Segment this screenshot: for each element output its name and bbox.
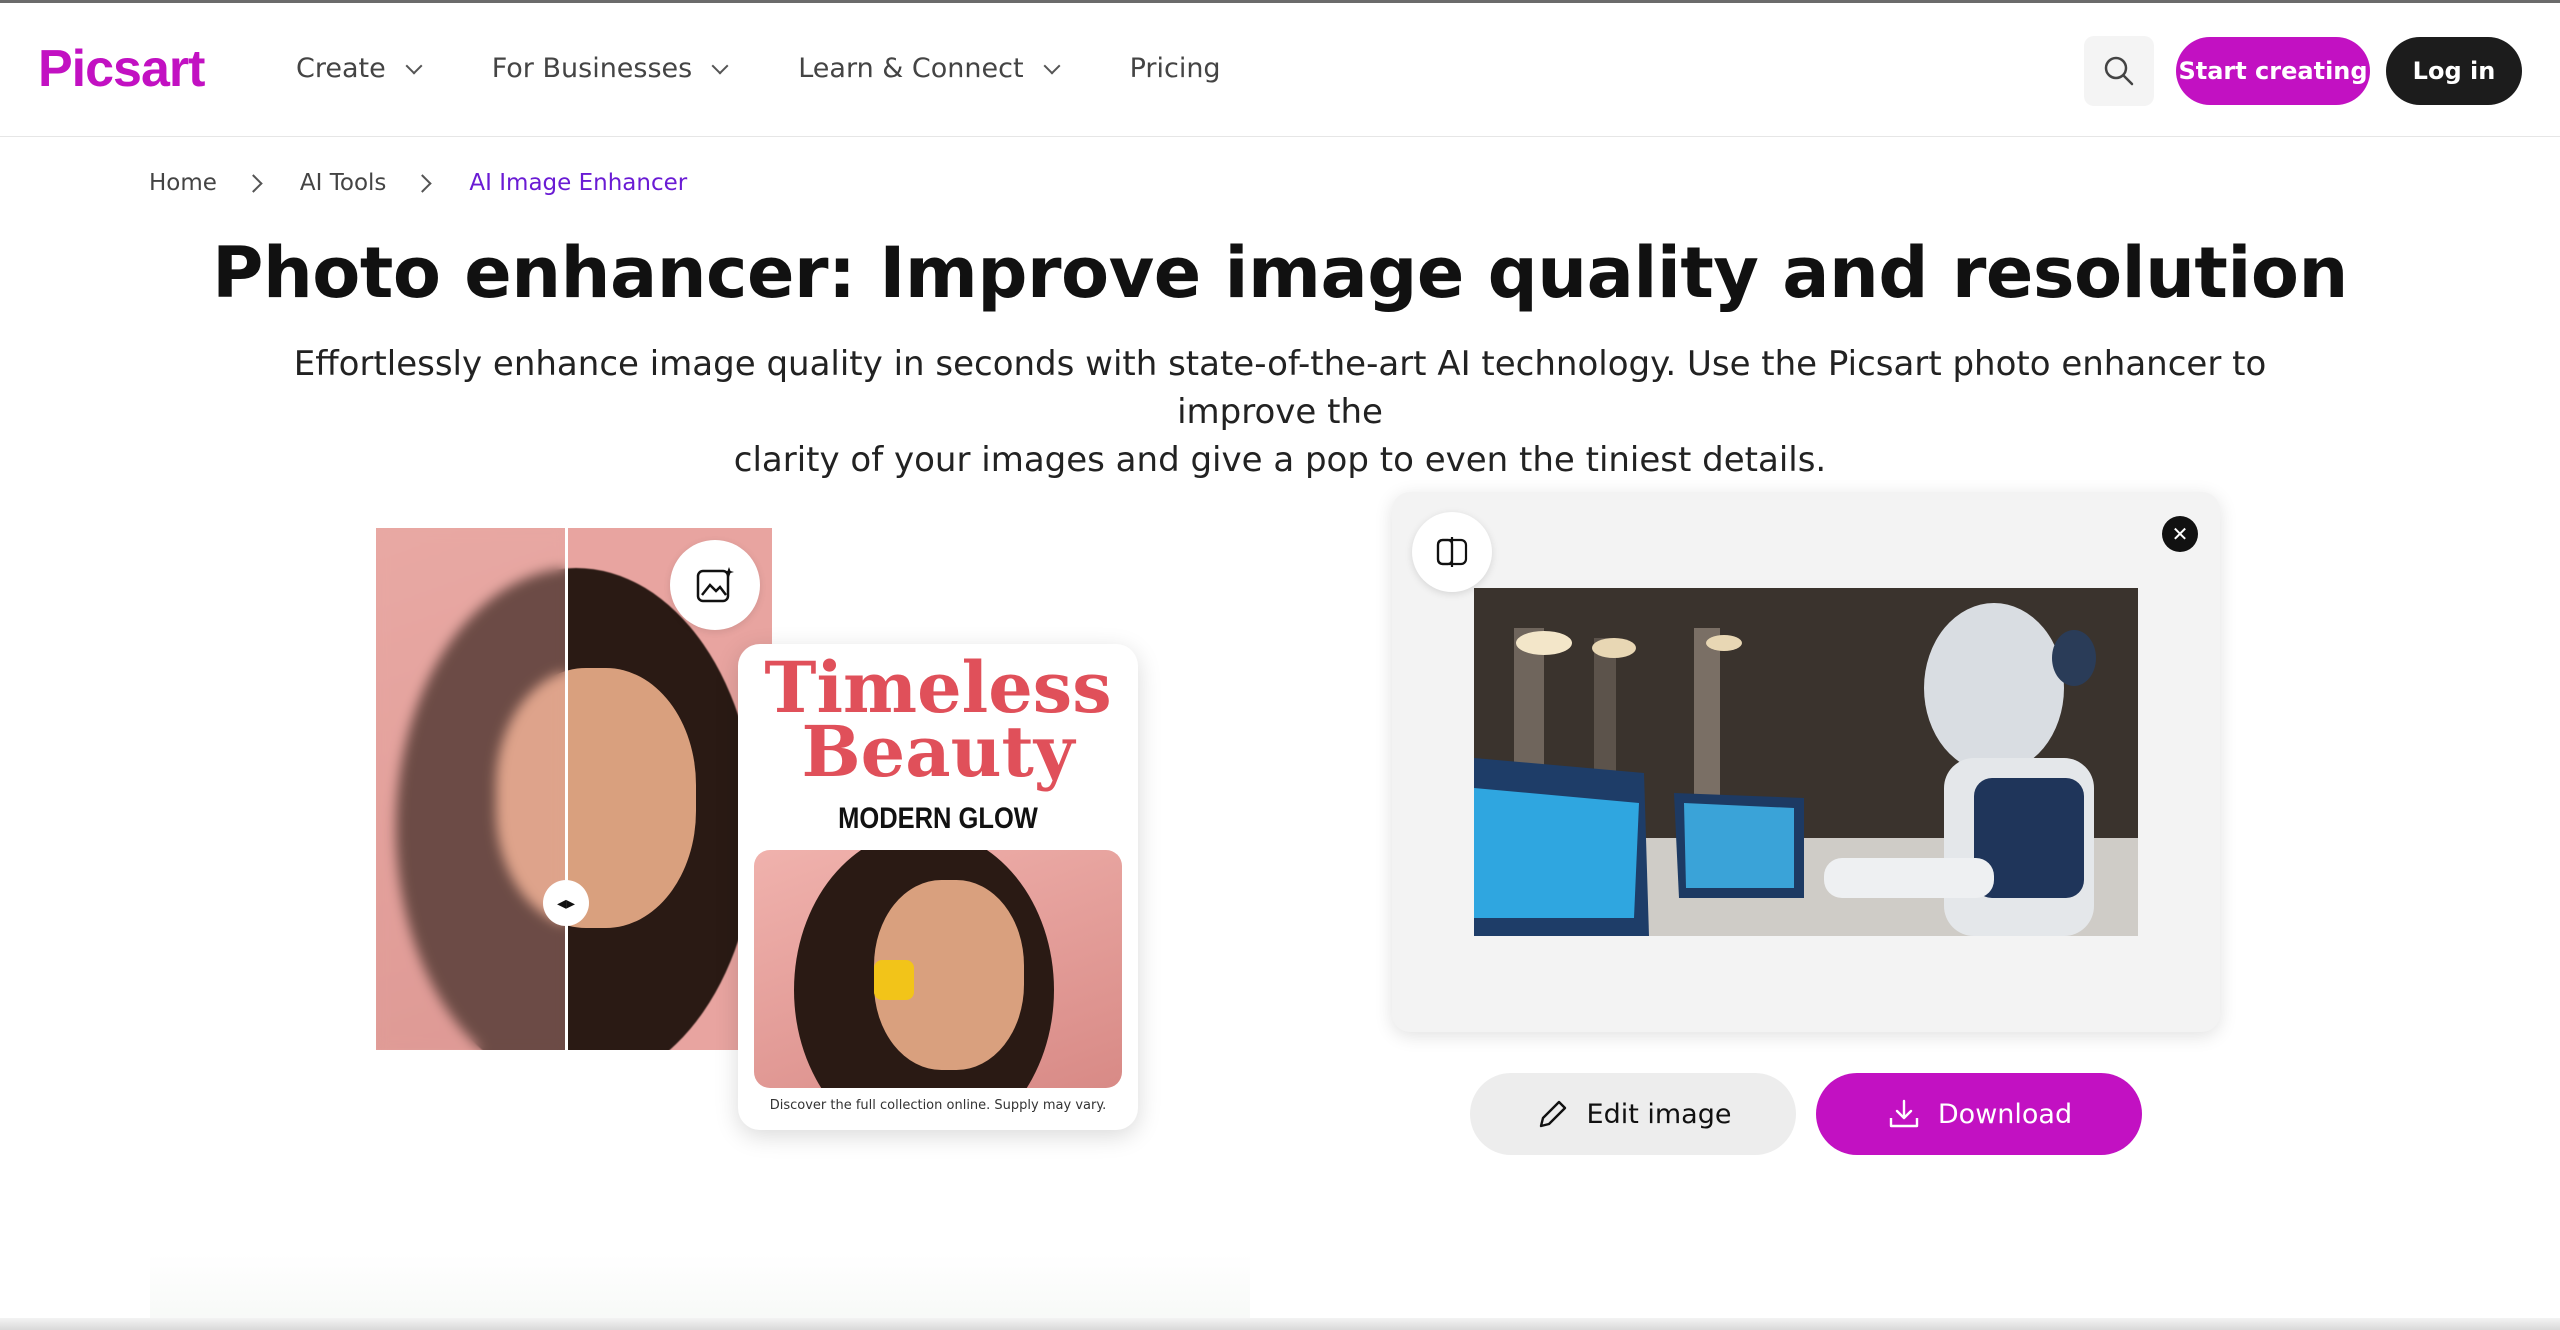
search-button[interactable]: [2084, 36, 2154, 106]
chevron-down-icon: [405, 57, 423, 74]
site-header: Picsart Create For Businesses Learn & Co…: [0, 3, 2560, 137]
compare-divider: [565, 528, 568, 1050]
nav-for-businesses-label: For Businesses: [491, 53, 693, 84]
split-view-icon: [1436, 537, 1468, 567]
breadcrumb-current: AI Image Enhancer: [469, 170, 688, 196]
poster-title: Timeless Beauty: [738, 653, 1138, 793]
breadcrumb: Home AI Tools AI Image Enhancer: [149, 170, 687, 196]
subtitle-line-2: clarity of your images and give a pop to…: [733, 440, 1827, 480]
edit-image-label: Edit image: [1586, 1098, 1732, 1130]
chevron-down-icon: [1043, 57, 1061, 74]
nav-learn-connect-label: Learn & Connect: [798, 53, 1024, 84]
blur-overlay: [376, 528, 566, 1050]
poster-photo: [754, 850, 1122, 1088]
main-nav: Create For Businesses Learn & Connect Pr…: [296, 53, 1293, 84]
preview-panel: ✕: [1392, 492, 2220, 1032]
edit-image-button[interactable]: Edit image: [1470, 1073, 1796, 1155]
nav-create[interactable]: Create: [296, 53, 423, 84]
nav-for-businesses[interactable]: For Businesses: [491, 53, 729, 84]
breadcrumb-ai-tools[interactable]: AI Tools: [300, 170, 387, 196]
picsart-logo[interactable]: Picsart: [38, 39, 205, 99]
poster-card: Timeless Beauty MODERN GLOW Discover the…: [738, 644, 1138, 1130]
download-icon: [1889, 1099, 1919, 1128]
window-bottom-edge: [0, 1318, 2560, 1330]
enhanced-preview-image: [1474, 588, 2138, 936]
start-creating-button[interactable]: Start creating: [2176, 37, 2370, 105]
nav-pricing[interactable]: Pricing: [1130, 53, 1221, 84]
enhance-badge: [670, 540, 760, 630]
compare-slider-handle[interactable]: ◂▸: [543, 880, 589, 926]
poster-title-line-2: Beauty: [801, 710, 1075, 793]
page-subtitle: Effortlessly enhance image quality in se…: [260, 340, 2300, 484]
close-icon[interactable]: ✕: [2162, 516, 2198, 552]
poster-subtitle: MODERN GLOW: [838, 802, 1038, 835]
compare-toggle-button[interactable]: [1412, 512, 1492, 592]
subtitle-line-1: Effortlessly enhance image quality in se…: [293, 344, 2267, 432]
ring-decoration: [874, 960, 914, 1000]
nav-pricing-label: Pricing: [1129, 53, 1221, 84]
chevron-down-icon: [711, 57, 729, 74]
log-in-button[interactable]: Log in: [2386, 37, 2522, 105]
download-button[interactable]: Download: [1816, 1073, 2142, 1155]
chevron-right-icon: [413, 173, 433, 193]
pencil-icon: [1539, 1100, 1566, 1128]
search-icon: [2104, 56, 2134, 86]
poster-footer: Discover the full collection online. Sup…: [769, 1098, 1107, 1113]
download-label: Download: [1937, 1098, 2073, 1130]
chevron-right-icon: [244, 173, 263, 193]
robot-scene: [1474, 588, 2138, 936]
breadcrumb-home[interactable]: Home: [149, 170, 217, 196]
nav-create-label: Create: [296, 53, 386, 84]
nav-learn-connect[interactable]: Learn & Connect: [798, 53, 1061, 84]
image-sparkle-icon: [696, 567, 734, 603]
page-title: Photo enhancer: Improve image quality an…: [212, 232, 2348, 314]
